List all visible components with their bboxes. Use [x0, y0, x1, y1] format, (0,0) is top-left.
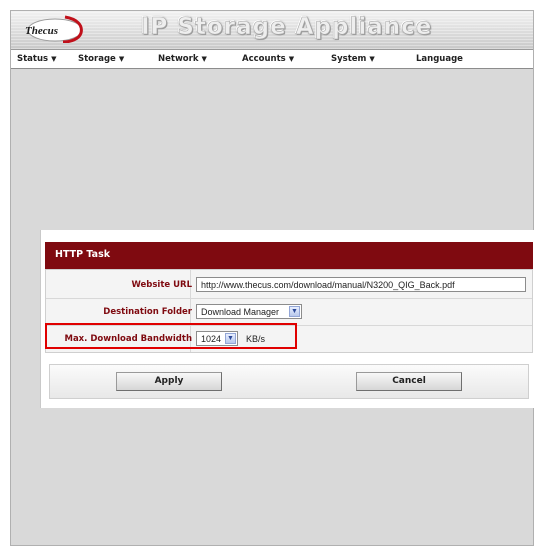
- logo-text: Thecus: [25, 25, 58, 37]
- nav-label: Status: [17, 54, 49, 64]
- cancel-button[interactable]: Cancel: [356, 372, 462, 391]
- app-header: Thecus IP Storage Appliance: [11, 11, 533, 50]
- http-task-form: Website URL http://www.thecus.com/downlo…: [45, 269, 533, 353]
- nav-item-language[interactable]: Language: [416, 54, 463, 64]
- nav-item-network[interactable]: Network ▼: [158, 54, 207, 64]
- nav-label: System: [331, 54, 367, 64]
- destination-folder-label: Destination Folder: [103, 307, 192, 317]
- row-divider: [46, 298, 532, 299]
- nav-label: Accounts: [242, 54, 286, 64]
- destination-folder-select[interactable]: Download Manager ▼: [196, 304, 302, 319]
- main-navbar: Status ▼ Storage ▼ Network ▼ Accounts ▼ Syst…: [11, 50, 533, 69]
- apply-button[interactable]: Apply: [116, 372, 222, 391]
- panel-title: HTTP Task: [55, 249, 111, 260]
- website-url-input[interactable]: http://www.thecus.com/download/manual/N3…: [196, 277, 526, 292]
- http-task-panel: HTTP Task Website URL http://www.thecus.…: [40, 230, 535, 408]
- nav-label: Network: [158, 54, 199, 64]
- nav-item-system[interactable]: System ▼: [331, 54, 375, 64]
- row-divider: [46, 325, 532, 326]
- nav-item-status[interactable]: Status ▼: [17, 54, 57, 64]
- panel-header: HTTP Task: [45, 242, 533, 269]
- max-bandwidth-value: 1024: [201, 334, 222, 344]
- nav-item-storage[interactable]: Storage ▼: [78, 54, 124, 64]
- destination-folder-value: Download Manager: [201, 307, 280, 317]
- chevron-down-icon: ▼: [51, 55, 57, 63]
- app-title: IP Storage Appliance: [141, 14, 433, 41]
- chevron-down-icon: ▼: [288, 55, 295, 63]
- nav-label: Language: [416, 54, 463, 64]
- chevron-down-icon: ▼: [201, 55, 207, 63]
- chevron-down-icon: ▼: [369, 55, 375, 63]
- chevron-down-icon: ▼: [118, 55, 125, 63]
- nav-label: Storage: [78, 54, 116, 64]
- action-bar: Apply Cancel: [49, 364, 529, 399]
- nav-item-accounts[interactable]: Accounts ▼: [242, 54, 294, 64]
- app-window: Thecus IP Storage Appliance Status ▼ Stor…: [10, 10, 535, 546]
- chevron-down-icon[interactable]: ▼: [225, 333, 236, 344]
- website-url-label: Website URL: [131, 280, 192, 290]
- chevron-down-icon[interactable]: ▼: [289, 306, 300, 317]
- max-bandwidth-select[interactable]: 1024 ▼: [196, 331, 238, 346]
- max-bandwidth-label: Max. Download Bandwidth: [64, 334, 192, 344]
- bandwidth-unit: KB/s: [246, 334, 266, 344]
